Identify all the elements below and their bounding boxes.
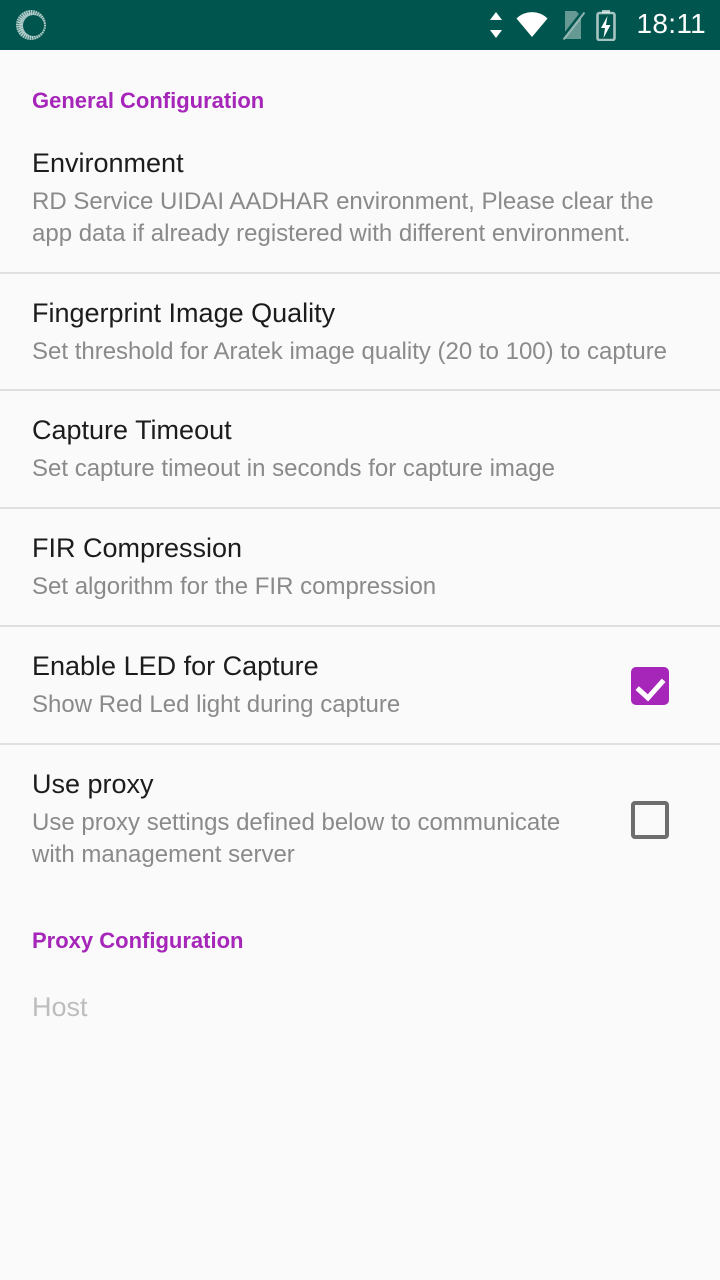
pref-row-use-proxy[interactable]: Use proxy Use proxy settings defined bel…: [0, 745, 720, 893]
pref-summary-capture-timeout: Set capture timeout in seconds for captu…: [32, 455, 555, 483]
pref-title-fingerprint-image-quality: Fingerprint Image Quality: [32, 297, 336, 328]
pref-row-enable-led-for-capture[interactable]: Enable LED for Capture Show Red Led ligh…: [0, 627, 720, 743]
pref-summary-environment: RD Service UIDAI AADHAR environment, Ple…: [32, 187, 654, 247]
pref-summary-use-proxy: Use proxy settings defined below to comm…: [32, 808, 561, 868]
pref-row-fir-compression[interactable]: FIR Compression Set algorithm for the FI…: [0, 509, 720, 625]
category-header-general: General Configuration: [32, 88, 265, 113]
pref-title-enable-led-for-capture: Enable LED for Capture: [32, 650, 319, 681]
pref-text-fingerprint-image-quality: Fingerprint Image Quality Set threshold …: [32, 298, 688, 368]
pref-summary-enable-led-for-capture: Show Red Led light during capture: [32, 690, 401, 718]
sync-circle-icon: [16, 10, 46, 40]
status-bar-clock: 18:11: [636, 8, 706, 39]
pref-title-host: Host: [32, 992, 88, 1023]
category-header-proxy: Proxy Configuration: [32, 928, 244, 954]
checkbox-enable-led-for-capture[interactable]: [631, 666, 669, 705]
pref-summary-fingerprint-image-quality: Set threshold for Aratek image quality (…: [32, 337, 668, 365]
wifi-icon: [516, 12, 547, 37]
pref-row-capture-timeout[interactable]: Capture Timeout Set capture timeout in s…: [0, 391, 720, 507]
data-transfer-icon: [489, 12, 502, 38]
status-bar[interactable]: 18:11: [0, 0, 720, 50]
widget-slot-enable-led: [612, 666, 688, 705]
preference-list[interactable]: General Configuration Environment RD Ser…: [0, 50, 720, 1280]
pref-text-environment: Environment RD Service UIDAI AADHAR envi…: [32, 148, 688, 250]
pref-title-capture-timeout: Capture Timeout: [32, 415, 232, 446]
pref-text-capture-timeout: Capture Timeout Set capture timeout in s…: [32, 415, 688, 485]
pref-title-use-proxy: Use proxy: [32, 768, 154, 799]
pref-row-environment[interactable]: Environment RD Service UIDAI AADHAR envi…: [0, 124, 720, 272]
pref-row-host[interactable]: Host: [0, 962, 720, 1034]
pref-title-fir-compression: FIR Compression: [32, 533, 243, 564]
system-status-icons: 18:11: [487, 9, 707, 41]
checkbox-use-proxy[interactable]: [631, 800, 669, 839]
pref-row-fingerprint-image-quality[interactable]: Fingerprint Image Quality Set threshold …: [0, 274, 720, 390]
pref-text-enable-led-for-capture: Enable LED for Capture Show Red Led ligh…: [32, 651, 612, 721]
battery-charging-icon: [595, 10, 616, 41]
widget-slot-use-proxy: [612, 800, 688, 839]
notification-icons-area: [16, 10, 487, 40]
pref-text-use-proxy: Use proxy Use proxy settings defined bel…: [32, 769, 612, 871]
pref-title-environment: Environment: [32, 148, 184, 178]
sim-off-icon: [559, 10, 585, 41]
pref-text-fir-compression: FIR Compression Set algorithm for the FI…: [32, 533, 688, 603]
pref-summary-fir-compression: Set algorithm for the FIR compression: [32, 573, 437, 601]
